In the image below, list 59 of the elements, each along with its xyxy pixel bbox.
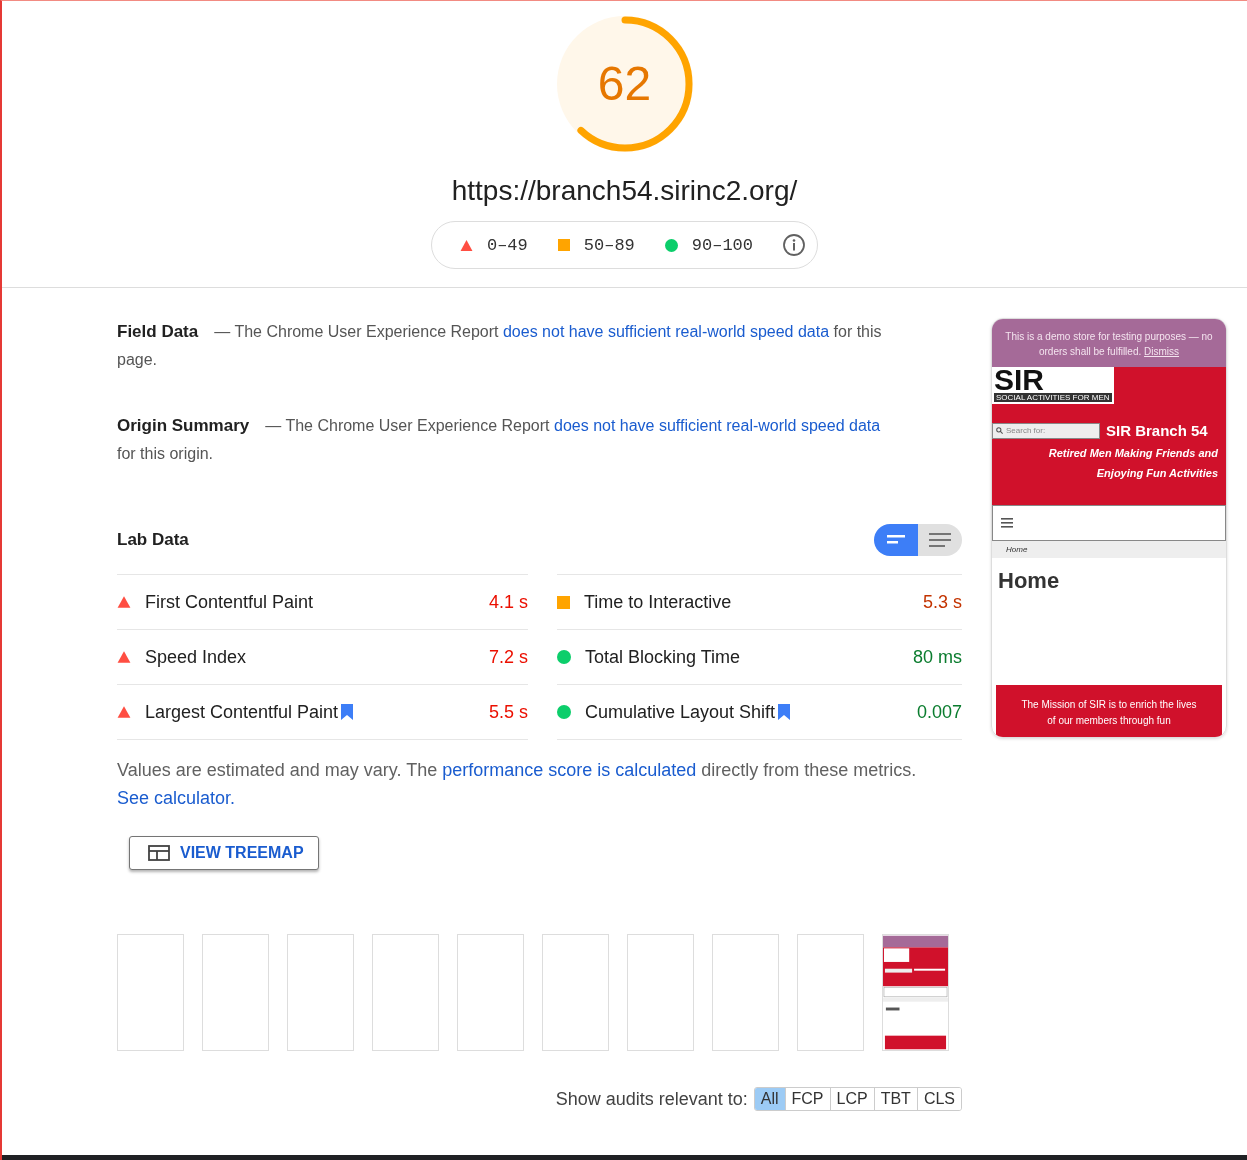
view-toggle-button[interactable]	[918, 524, 962, 556]
bookmark-icon	[341, 704, 354, 720]
section-text: Field Data — The Chrome User Experience Report does not have sufficient real-world speed data for this page.	[117, 321, 882, 370]
site-title: SIR Branch 54	[1106, 422, 1208, 439]
dismiss-link[interactable]: Dismiss	[1144, 346, 1180, 357]
bookmark-icon	[778, 704, 791, 720]
search-field[interactable]: Search for:	[992, 422, 1100, 439]
search-placeholder: Search for:	[1006, 426, 1046, 435]
score-value: 62	[597, 59, 652, 109]
demo-banner: This is a demo store for testing purposes — no orders shall be fulfilled. Dismiss	[992, 319, 1226, 367]
menu-icon[interactable]	[1001, 518, 1013, 528]
square-icon	[557, 595, 570, 609]
metric-value: 4.1 s	[488, 591, 528, 613]
report-link[interactable]: does not have sufficient real-world speed data	[502, 323, 830, 340]
metric-name: Speed Index	[145, 646, 247, 668]
metrics-note: Values are estimated and may vary. The performance score is calculated directly from these metrics. See calculator.	[117, 759, 918, 810]
section-title: Lab Data	[117, 530, 189, 550]
site-tagline: Retired Men Making Friends and Enjoying Fun Activities	[1047, 446, 1219, 481]
mission-text: The Mission of SIR is to enrich the lives of our members through fun	[996, 685, 1222, 737]
logo-tagline: SOCIAL ACTIVITIES FOR MEN	[994, 393, 1112, 402]
logo-text: SIR	[994, 367, 1044, 393]
page-heading: Home	[997, 567, 1061, 595]
metric-name: Total Blocking Time	[585, 646, 741, 668]
breadcrumb: Home	[992, 541, 1226, 558]
view-toggle-button[interactable]	[874, 524, 918, 556]
view-treemap-button[interactable]: VIEW TREEMAP	[129, 836, 319, 870]
circle-icon	[557, 705, 571, 719]
metric-value: 5.3 s	[922, 591, 962, 613]
filter-label: Show audits relevant to:	[555, 1088, 748, 1110]
legend-label: 0–49	[486, 235, 528, 255]
circle-icon	[557, 650, 571, 664]
metric-value: 0.007	[916, 701, 962, 723]
circle-icon	[664, 238, 678, 252]
metric-value: 7.2 s	[488, 646, 528, 668]
search-icon	[996, 427, 1003, 434]
square-icon	[557, 239, 570, 251]
filter-chip[interactable]: All	[754, 1088, 785, 1110]
note-link[interactable]: See calculator.	[117, 788, 236, 808]
legend-label: 90–100	[691, 235, 753, 255]
triangle-icon	[459, 238, 473, 252]
treemap-icon	[148, 845, 170, 861]
report-link[interactable]: does not have sufficient real-world speed data	[554, 417, 881, 434]
filter-chip[interactable]: CLS	[916, 1088, 961, 1110]
legend-label: 50–89	[583, 235, 635, 255]
info-icon[interactable]	[783, 234, 805, 256]
page-url: https://branch54.sirinc2.org/	[451, 175, 798, 207]
section-text: Origin Summary — The Chrome User Experience Report does not have sufficient real-world speed data for this origin.	[117, 415, 882, 464]
metric-name: Time to Interactive	[584, 591, 732, 613]
triangle-icon	[117, 705, 131, 719]
lines-icon	[929, 533, 951, 547]
metric-name: Cumulative Layout Shift	[585, 701, 776, 723]
short-lines-icon	[887, 535, 905, 545]
note-link[interactable]: performance score is calculated	[442, 760, 697, 780]
metric-value: 80 ms	[912, 646, 962, 668]
triangle-icon	[117, 595, 131, 609]
triangle-icon	[117, 650, 131, 664]
metric-name: First Contentful Paint	[145, 591, 314, 613]
metric-value: 5.5 s	[488, 701, 528, 723]
metric-name: Largest Contentful Paint	[145, 701, 339, 723]
